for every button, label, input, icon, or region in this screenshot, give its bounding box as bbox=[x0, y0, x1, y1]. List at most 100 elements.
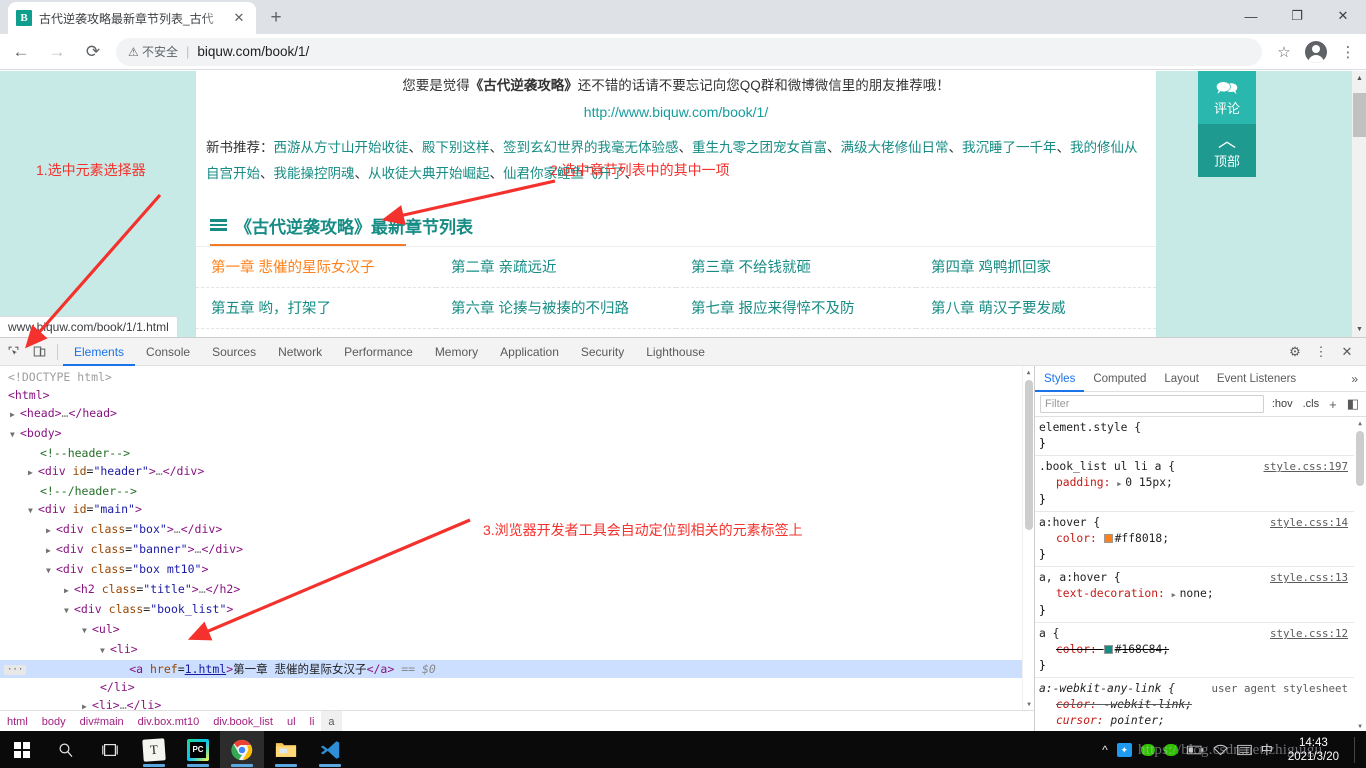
dom-node-html[interactable]: <html> bbox=[0, 386, 1022, 404]
dom-node-h2-title[interactable]: ▶<h2 class="title">…</h2> bbox=[0, 580, 1022, 600]
dom-href-value[interactable]: 1.html bbox=[185, 662, 227, 676]
scrollbar-thumb[interactable] bbox=[1353, 93, 1366, 137]
style-rule[interactable]: a:hover {style.css:14color: #ff8018;} bbox=[1035, 512, 1354, 567]
style-rule[interactable]: a:-webkit-any-link {user agent styleshee… bbox=[1035, 678, 1354, 732]
breadcrumb-item[interactable]: html bbox=[0, 711, 35, 733]
dom-node-li-2[interactable]: ▶<li>…</li> bbox=[0, 696, 1022, 710]
browser-menu-icon[interactable]: ⋮ bbox=[1334, 38, 1362, 66]
dom-node-div-banner[interactable]: ▶<div class="banner">…</div> bbox=[0, 540, 1022, 560]
taskbar-search-button[interactable] bbox=[44, 731, 88, 768]
tray-chevron-icon[interactable]: ^ bbox=[1102, 743, 1108, 757]
hov-toggle[interactable]: :hov bbox=[1270, 398, 1295, 410]
breadcrumb-item[interactable]: div.book_list bbox=[206, 711, 280, 733]
page-scrollbar-vertical[interactable]: ▲ ▼ bbox=[1351, 71, 1366, 337]
task-view-button[interactable] bbox=[88, 731, 132, 768]
style-rule-source-link[interactable]: style.css:14 bbox=[1270, 515, 1348, 531]
back-to-top-button[interactable]: ︿ 顶部 bbox=[1198, 124, 1256, 177]
inspect-element-icon[interactable] bbox=[0, 339, 26, 365]
recommendation-link[interactable]: 西游从方寸山开始收徒 bbox=[274, 140, 409, 155]
recommendation-link[interactable]: 满级大佬修仙日常 bbox=[841, 140, 949, 155]
dom-node-head[interactable]: ▶<head>…</head> bbox=[0, 404, 1022, 424]
chapter-link[interactable]: 第五章 哟，打架了 bbox=[196, 297, 346, 318]
devtools-tab-lighthouse[interactable]: Lighthouse bbox=[635, 338, 716, 366]
breadcrumb-item[interactable]: div#main bbox=[73, 711, 131, 733]
new-style-rule-icon[interactable]: + bbox=[1327, 397, 1339, 412]
devtools-tab-memory[interactable]: Memory bbox=[424, 338, 489, 366]
devtools-tab-sources[interactable]: Sources bbox=[201, 338, 267, 366]
style-declaration[interactable]: cursor: pointer; bbox=[1039, 713, 1354, 729]
devtools-close-icon[interactable]: ✕ bbox=[1334, 339, 1360, 365]
forward-icon[interactable]: → bbox=[42, 37, 72, 67]
back-icon[interactable]: ← bbox=[6, 37, 36, 67]
taskbar-app-pycharm[interactable]: PC bbox=[176, 731, 220, 768]
browser-tab[interactable]: B 古代逆袭攻略最新章节列表_古代 ✕ bbox=[8, 2, 256, 34]
comment-button[interactable]: 🗪 评论 bbox=[1198, 71, 1256, 124]
sidebar-toggle-icon[interactable]: ◧ bbox=[1345, 396, 1361, 412]
recommendation-link[interactable]: 殿下别这样 bbox=[422, 140, 490, 155]
breadcrumb-item[interactable]: div.box.mt10 bbox=[131, 711, 207, 733]
dom-node-ul[interactable]: ▼<ul> bbox=[0, 620, 1022, 640]
chapter-link[interactable]: 第六章 论揍与被揍的不归路 bbox=[436, 297, 644, 318]
devtools-kebab-icon[interactable]: ⋮ bbox=[1308, 339, 1334, 365]
style-declaration[interactable]: color: #ff8018; bbox=[1039, 531, 1354, 547]
close-icon[interactable]: ✕ bbox=[230, 9, 248, 27]
chapter-link[interactable]: 第七章 报应来得悴不及防 bbox=[676, 297, 870, 318]
color-swatch[interactable] bbox=[1104, 645, 1113, 654]
breadcrumb-item[interactable]: body bbox=[35, 711, 73, 733]
styles-more-icon[interactable]: » bbox=[1351, 372, 1366, 386]
styles-tab-computed[interactable]: Computed bbox=[1084, 366, 1155, 392]
devtools-tab-elements[interactable]: Elements bbox=[63, 338, 135, 366]
styles-tab-event-listeners[interactable]: Event Listeners bbox=[1208, 366, 1305, 392]
device-toolbar-icon[interactable] bbox=[26, 339, 52, 365]
security-indicator[interactable]: ⚠ 不安全 bbox=[128, 43, 178, 60]
dom-scroll-down-icon[interactable]: ▼ bbox=[1023, 698, 1035, 710]
taskbar-app-chrome[interactable] bbox=[220, 731, 264, 768]
tray-icon-blue[interactable]: ✦ bbox=[1117, 743, 1132, 757]
dom-node-body[interactable]: ▼<body> bbox=[0, 424, 1022, 444]
styles-filter-input[interactable] bbox=[1040, 395, 1264, 413]
devtools-tab-application[interactable]: Application bbox=[489, 338, 570, 366]
show-desktop-button[interactable] bbox=[1354, 737, 1360, 763]
chapter-link[interactable]: 第三章 不给钱就砸 bbox=[676, 256, 826, 277]
dom-node-div-box-mt10[interactable]: ▼<div class="box mt10"> bbox=[0, 560, 1022, 580]
styles-scroll-up-icon[interactable]: ▲ bbox=[1354, 417, 1366, 429]
new-tab-button[interactable]: + bbox=[262, 4, 290, 32]
style-declaration[interactable]: color: #168C84; bbox=[1039, 642, 1354, 658]
color-swatch[interactable] bbox=[1104, 534, 1113, 543]
taskbar-app-typora[interactable]: T bbox=[132, 731, 176, 768]
dom-node-div-header[interactable]: ▶<div id="header">…</div> bbox=[0, 462, 1022, 482]
dom-node-div-main[interactable]: ▼<div id="main"> bbox=[0, 500, 1022, 520]
start-button[interactable] bbox=[0, 731, 44, 768]
styles-scrollbar[interactable]: ▲ ▼ bbox=[1354, 417, 1366, 732]
dom-expand-dots[interactable]: ··· bbox=[4, 665, 26, 675]
taskbar-app-file-explorer[interactable] bbox=[264, 731, 308, 768]
style-rule-source-link[interactable]: style.css:12 bbox=[1270, 626, 1348, 642]
chapter-link[interactable]: 第四章 鸡鸭抓回家 bbox=[916, 256, 1066, 277]
devtools-tab-performance[interactable]: Performance bbox=[333, 338, 424, 366]
recommendation-link[interactable]: 我能操控阴魂 bbox=[274, 166, 355, 181]
styles-scrollbar-thumb[interactable] bbox=[1356, 431, 1364, 486]
style-declaration[interactable]: text-decoration: ▶none; bbox=[1039, 586, 1354, 603]
chapter-link[interactable]: 第二章 亲疏远近 bbox=[436, 256, 572, 277]
recommendation-link[interactable]: 我沉睡了一千年 bbox=[962, 140, 1057, 155]
cls-toggle[interactable]: .cls bbox=[1301, 398, 1322, 410]
profile-avatar-icon[interactable] bbox=[1302, 38, 1330, 66]
style-rule-source-link[interactable]: style.css:197 bbox=[1263, 459, 1348, 475]
close-window-icon[interactable]: ✕ bbox=[1320, 0, 1366, 32]
gear-icon[interactable]: ⚙ bbox=[1282, 339, 1308, 365]
style-rule-source-link[interactable]: style.css:13 bbox=[1270, 570, 1348, 586]
style-rule[interactable]: a {style.css:12color: #168C84;} bbox=[1035, 623, 1354, 678]
reload-icon[interactable]: ⟳ bbox=[78, 37, 108, 67]
chapter-link[interactable]: 第一章 悲催的星际女汉子 bbox=[196, 256, 390, 277]
bookmark-star-icon[interactable]: ☆ bbox=[1270, 38, 1298, 66]
devtools-tab-security[interactable]: Security bbox=[570, 338, 635, 366]
recommendation-link[interactable]: 重生九零之团宠女首富 bbox=[692, 140, 827, 155]
styles-tab-styles[interactable]: Styles bbox=[1035, 366, 1084, 392]
style-rule[interactable]: .book_list ul li a {style.css:197padding… bbox=[1035, 456, 1354, 512]
breadcrumb-item[interactable]: ul bbox=[280, 711, 303, 733]
style-declaration[interactable]: padding: ▶0 15px; bbox=[1039, 475, 1354, 492]
notice-url[interactable]: http://www.biquw.com/book/1/ bbox=[208, 99, 1144, 126]
dom-node-div-book-list[interactable]: ▼<div class="book_list"> bbox=[0, 600, 1022, 620]
devtools-tab-network[interactable]: Network bbox=[267, 338, 333, 366]
chapter-link[interactable]: 第八章 萌汉子要发威 bbox=[916, 297, 1081, 318]
